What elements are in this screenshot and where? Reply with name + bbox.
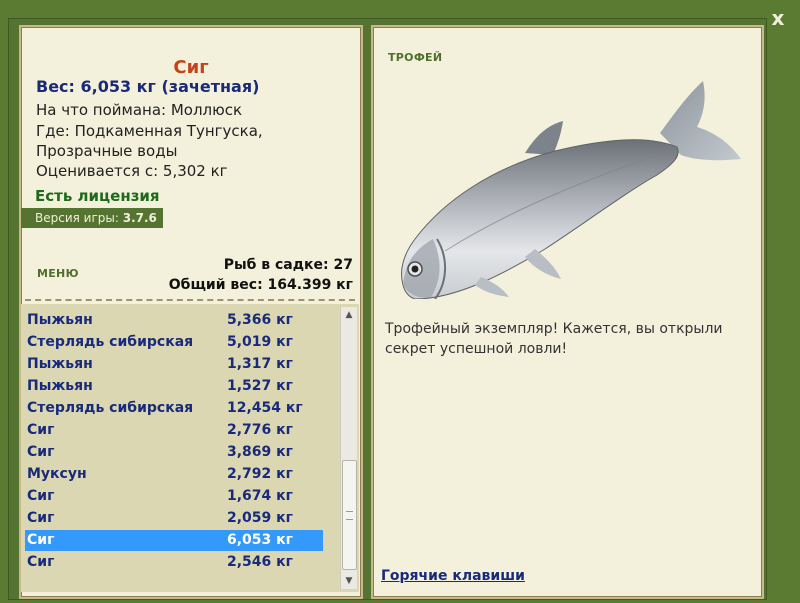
version-value: 3.7.6 bbox=[122, 211, 157, 225]
fish-list-row[interactable]: Сиг 3,869 кг bbox=[25, 442, 323, 463]
fish-list-name: Стерлядь сибирская bbox=[27, 400, 194, 416]
fish-list-weight: 5,019 кг bbox=[227, 334, 293, 350]
fish-list-name: Пыжьян bbox=[27, 378, 93, 394]
fish-weight: Вес: 6,053 кг (зачетная) bbox=[36, 77, 260, 96]
license-status: Есть лицензия bbox=[35, 187, 160, 205]
fish-list-weight: 2,546 кг bbox=[227, 554, 293, 570]
fish-list-weight: 6,053 кг bbox=[227, 532, 293, 548]
fish-list-name: Сиг bbox=[27, 510, 55, 526]
fish-list-weight: 2,059 кг bbox=[227, 510, 293, 526]
whitefish-image bbox=[401, 81, 741, 299]
bait-info: На что поймана: Моллюск bbox=[36, 101, 243, 119]
fish-list-row[interactable]: Пыжьян 1,317 кг bbox=[25, 354, 323, 375]
fish-list-row[interactable]: Пыжьян 1,527 кг bbox=[25, 376, 323, 397]
fish-list-weight: 5,366 кг bbox=[227, 312, 293, 328]
scroll-down-arrow-icon[interactable]: ▼ bbox=[341, 573, 357, 589]
catch-info-panel: Сиг Вес: 6,053 кг (зачетная) На что пойм… bbox=[19, 25, 363, 599]
fish-list-row[interactable]: Стерлядь сибирская 5,019 кг bbox=[25, 332, 323, 353]
hotkeys-link[interactable]: Горячие клавиши bbox=[381, 568, 525, 584]
fish-list-name: Муксун bbox=[27, 466, 87, 482]
fish-list-row[interactable]: Сиг 2,059 кг bbox=[25, 508, 323, 529]
fish-list-row[interactable]: Сиг 2,546 кг bbox=[25, 552, 323, 573]
fish-list-name: Сиг bbox=[27, 554, 55, 570]
fish-list-weight: 1,317 кг bbox=[227, 356, 293, 372]
location-info: Где: Подкаменная Тунгуска, bbox=[36, 122, 263, 140]
fish-list-name: Сиг bbox=[27, 444, 55, 460]
fish-list-row[interactable]: Сиг 1,674 кг bbox=[25, 486, 323, 507]
rated-weight-info: Оценивается с: 5,302 кг bbox=[36, 162, 228, 180]
fish-list-name: Сиг bbox=[27, 422, 55, 438]
fish-list-weight: 1,674 кг bbox=[227, 488, 293, 504]
fish-list-name: Пыжьян bbox=[27, 356, 93, 372]
fish-list-weight: 2,792 кг bbox=[227, 466, 293, 482]
keepnet-total-weight: Общий вес: 164.399 кг bbox=[168, 277, 353, 293]
fish-list-weight: 1,527 кг bbox=[227, 378, 293, 394]
fish-list-row[interactable]: Сиг 6,053 кг bbox=[25, 530, 323, 551]
fish-list-name: Стерлядь сибирская bbox=[27, 334, 194, 350]
catch-window: Сиг Вес: 6,053 кг (зачетная) На что пойм… bbox=[8, 18, 767, 600]
fish-list-row[interactable]: Стерлядь сибирская 12,454 кг bbox=[25, 398, 323, 419]
fish-list-row[interactable]: Сиг 2,776 кг bbox=[25, 420, 323, 441]
fish-list-name: Пыжьян bbox=[27, 312, 93, 328]
fish-list-row[interactable]: Муксун 2,792 кг bbox=[25, 464, 323, 485]
fish-list-weight: 2,776 кг bbox=[227, 422, 293, 438]
fish-list-name: Сиг bbox=[27, 488, 55, 504]
keepnet-fish-list[interactable]: Пыжьян 5,366 кг Стерлядь сибирская 5,019 кг… bbox=[21, 304, 359, 592]
divider bbox=[25, 299, 355, 301]
version-label: Версия игры: bbox=[35, 211, 119, 225]
game-version: Версия игры: 3.7.6 bbox=[21, 208, 163, 228]
scroll-up-arrow-icon[interactable]: ▲ bbox=[341, 307, 357, 323]
menu-link[interactable]: МЕНЮ bbox=[37, 267, 79, 280]
fish-list-weight: 12,454 кг bbox=[227, 400, 303, 416]
fish-list-row[interactable]: Пыжьян 5,366 кг bbox=[25, 310, 323, 331]
trophy-panel: ТРОФЕЙ Трофейный экземпляр! Кажется, вы … bbox=[371, 25, 764, 599]
scroll-thumb[interactable] bbox=[342, 460, 357, 570]
location-info-line2: Прозрачные воды bbox=[36, 142, 178, 160]
trophy-message: Трофейный экземпляр! Кажется, вы открыли… bbox=[385, 321, 723, 357]
fish-list-name: Сиг bbox=[27, 532, 55, 548]
fish-list-weight: 3,869 кг bbox=[227, 444, 293, 460]
fish-name: Сиг bbox=[173, 57, 209, 78]
keepnet-count: Рыб в садке: 27 bbox=[223, 257, 353, 273]
list-scrollbar[interactable]: ▲ ▼ bbox=[340, 307, 357, 589]
close-button[interactable]: x bbox=[766, 6, 790, 30]
